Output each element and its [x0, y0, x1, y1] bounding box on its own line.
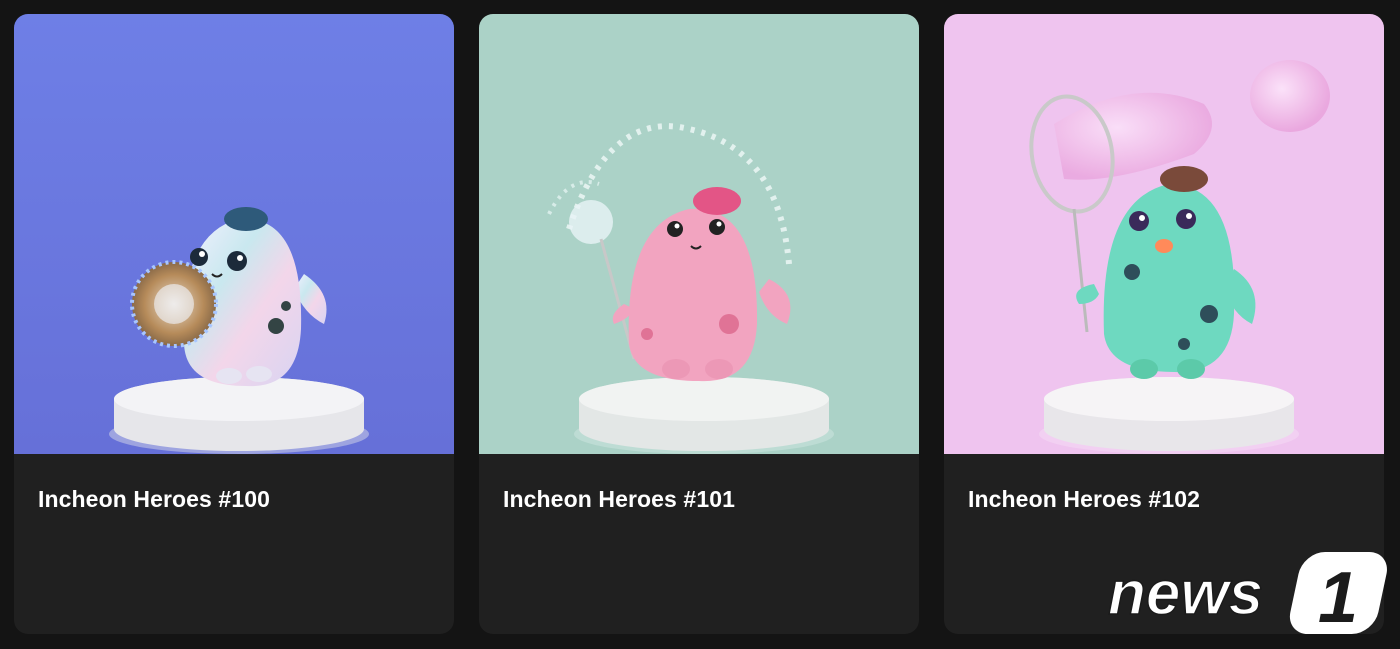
nft-card-title[interactable]: Incheon Heroes #100 — [38, 486, 270, 513]
news1-watermark-logo: news 1 — [1104, 548, 1396, 638]
nft-card-image[interactable] — [14, 14, 454, 454]
svg-text:news: news — [1108, 559, 1263, 628]
nft-card-image[interactable] — [479, 14, 919, 454]
seal-water-wand-illustration — [479, 14, 919, 454]
nft-card-title[interactable]: Incheon Heroes #102 — [968, 486, 1200, 513]
nft-card-102[interactable]: Incheon Heroes #102 — [944, 14, 1384, 634]
nft-card-image[interactable] — [944, 14, 1384, 454]
seal-shield-illustration — [14, 14, 454, 454]
svg-text:1: 1 — [1318, 558, 1358, 638]
nft-gallery-grid: Incheon Heroes #100 Incheon Heroes #101 … — [0, 0, 1400, 649]
seal-bubble-net-illustration — [944, 14, 1384, 454]
nft-card-101[interactable]: Incheon Heroes #101 — [479, 14, 919, 634]
nft-card-title[interactable]: Incheon Heroes #101 — [503, 486, 735, 513]
nft-card-100[interactable]: Incheon Heroes #100 — [14, 14, 454, 634]
